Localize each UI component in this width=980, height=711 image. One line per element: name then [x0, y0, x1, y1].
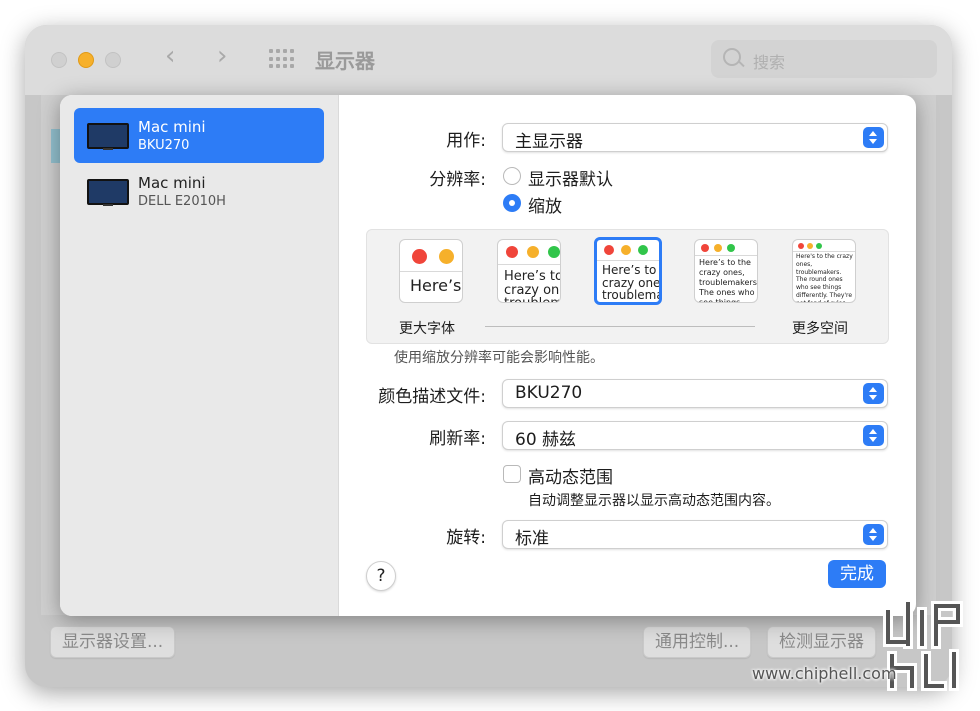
scale-sample-text: Here’s to the crazy ones, troublemakers,…	[602, 263, 661, 303]
red-dot	[798, 243, 804, 249]
color-profile-value: BKU270	[515, 383, 583, 403]
green-dot	[816, 243, 822, 249]
minimize-window-button[interactable]	[78, 52, 94, 68]
red-dot	[506, 246, 518, 258]
hdr-label: 高动态范围	[528, 468, 613, 488]
show-all-grid-icon[interactable]	[269, 49, 294, 69]
display-model: BKU270	[138, 138, 190, 153]
popup-chevron-icon	[863, 425, 884, 446]
scale-track	[485, 326, 755, 327]
title-bar: ‹ › 显示器 搜索	[25, 25, 952, 95]
scale-option-1[interactable]: Here’s	[399, 239, 463, 303]
resolution-default-radio[interactable]	[503, 167, 521, 185]
done-button[interactable]: 完成	[828, 560, 886, 588]
green-dot	[548, 246, 560, 258]
resolution-label: 分辨率:	[429, 170, 486, 190]
larger-text-label: 更大字体	[399, 321, 455, 337]
scale-sample-text: Here’s to the crazy ones, troublemakers.…	[699, 258, 758, 303]
search-field[interactable]: 搜索	[711, 40, 937, 78]
zoom-window-button[interactable]	[105, 52, 121, 68]
yellow-dot	[527, 246, 539, 258]
search-placeholder: 搜索	[753, 53, 786, 72]
red-dot	[701, 244, 709, 252]
refresh-rate-value: 60 赫兹	[515, 430, 577, 450]
display-settings-button[interactable]: 显示器设置...	[50, 626, 176, 658]
color-profile-label: 颜色描述文件:	[378, 387, 486, 407]
watermark-url: www.chiphell.com	[752, 664, 897, 683]
display-name: Mac mini	[138, 174, 206, 192]
rotation-popup[interactable]: 标准	[502, 520, 888, 549]
hdr-checkbox[interactable]	[503, 465, 521, 483]
resolution-default-label: 显示器默认	[528, 170, 613, 190]
popup-chevron-icon	[863, 383, 884, 404]
close-window-button[interactable]	[51, 52, 67, 68]
use-as-label: 用作:	[446, 131, 486, 151]
popup-chevron-icon	[863, 524, 884, 545]
scale-option-2[interactable]: Here’s to the crazy ones, troublemakers	[497, 239, 561, 303]
search-icon	[723, 48, 741, 66]
scale-sample-text: Here’s to the crazy ones, troublemakers	[504, 269, 560, 302]
scaling-performance-note: 使用缩放分辨率可能会影响性能。	[394, 350, 604, 366]
resolution-scaled-label: 缩放	[528, 197, 562, 217]
more-space-label: 更多空间	[792, 321, 848, 337]
display-settings-sheet: Mac mini BKU270 Mac mini DELL E2010H 用作:…	[60, 95, 916, 616]
popup-chevron-icon	[863, 127, 884, 148]
yellow-dot	[714, 244, 722, 252]
scale-option-3[interactable]: Here’s to the crazy ones, troublemakers,…	[594, 237, 662, 305]
monitor-icon	[87, 123, 129, 150]
refresh-rate-label: 刷新率:	[429, 429, 486, 449]
rotation-label: 旋转:	[446, 528, 486, 548]
help-button[interactable]: ?	[366, 561, 396, 591]
universal-control-button[interactable]: 通用控制...	[643, 626, 752, 658]
scale-option-5[interactable]: Here's to the crazy ones, troublemakers.…	[792, 239, 856, 303]
green-dot	[638, 245, 648, 255]
use-as-popup[interactable]: 主显示器	[502, 123, 888, 152]
yellow-dot	[807, 243, 813, 249]
hdr-note: 自动调整显示器以显示高动态范围内容。	[528, 493, 780, 509]
forward-arrow-icon[interactable]: ›	[217, 41, 227, 71]
scale-option-4[interactable]: Here’s to the crazy ones, troublemakers.…	[694, 239, 758, 303]
rotation-value: 标准	[515, 529, 549, 549]
window-title: 显示器	[315, 49, 375, 73]
detect-displays-button[interactable]: 检测显示器	[767, 626, 876, 658]
scale-sample-text: Here's to the crazy ones, troublemakers.…	[796, 253, 853, 302]
resolution-scaled-radio[interactable]	[503, 194, 521, 212]
refresh-rate-popup[interactable]: 60 赫兹	[502, 421, 888, 450]
scaling-options-box: Here’s Here’s to the crazy ones, trouble…	[366, 229, 889, 344]
red-dot	[604, 245, 614, 255]
green-dot	[727, 244, 735, 252]
use-as-value: 主显示器	[515, 132, 583, 152]
display-model: DELL E2010H	[138, 194, 226, 209]
red-dot	[412, 249, 427, 264]
back-arrow-icon[interactable]: ‹	[165, 41, 175, 71]
yellow-dot	[621, 245, 631, 255]
yellow-dot	[439, 249, 454, 264]
scale-sample-text: Here’s	[410, 276, 462, 295]
monitor-icon	[87, 179, 129, 206]
color-profile-popup[interactable]: BKU270	[502, 379, 888, 408]
display-name: Mac mini	[138, 118, 206, 136]
